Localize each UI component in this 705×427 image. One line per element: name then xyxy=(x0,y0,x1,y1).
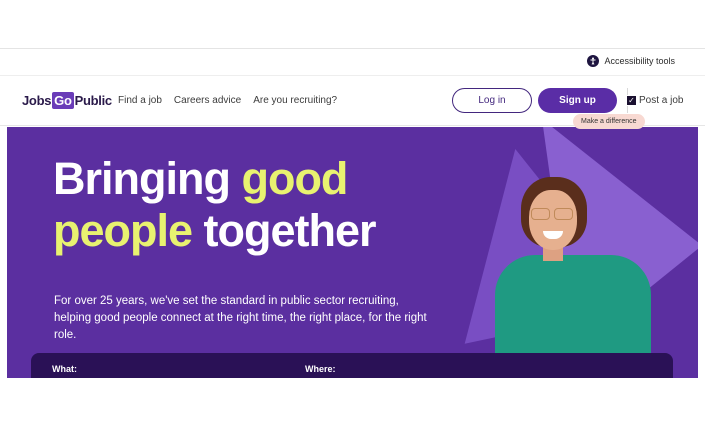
checkbox-icon: ✓ xyxy=(626,95,637,106)
nav-links: Find a job Careers advice Are you recrui… xyxy=(118,95,337,106)
make-a-difference-badge: Make a difference xyxy=(573,114,645,129)
hero-title-text: together xyxy=(192,205,377,256)
hero-title: Bringing good people together xyxy=(53,153,377,257)
hero-title-highlight: good xyxy=(241,153,348,204)
hero-title-text: Bringing xyxy=(53,153,242,204)
signup-button[interactable]: Sign up xyxy=(538,88,617,113)
accessibility-tools-link[interactable]: Accessibility tools xyxy=(587,55,675,67)
login-button[interactable]: Log in xyxy=(452,88,532,113)
logo-text-go: Go xyxy=(52,92,74,109)
person-glasses xyxy=(531,208,575,220)
what-label: What: xyxy=(52,364,77,374)
nav-link-careers-advice[interactable]: Careers advice xyxy=(174,95,241,106)
accessibility-icon xyxy=(587,55,600,67)
logo-text-jobs: Jobs xyxy=(22,93,52,108)
nav-link-find-a-job[interactable]: Find a job xyxy=(118,95,162,106)
accessibility-tools-label: Accessibility tools xyxy=(604,56,675,66)
post-a-job-link[interactable]: Post a job xyxy=(639,95,683,106)
person-shirt xyxy=(495,255,651,365)
where-label: Where: xyxy=(305,364,336,374)
logo-text-public: Public xyxy=(74,93,113,108)
jobsgopublic-logo[interactable]: Jobs Go Public xyxy=(22,92,112,109)
hero-banner: Bringing good people together For over 2… xyxy=(7,127,698,378)
person-face xyxy=(529,190,577,250)
utility-bar: Accessibility tools xyxy=(0,48,705,74)
hero-person-image xyxy=(489,175,661,365)
nav-link-are-you-recruiting[interactable]: Are you recruiting? xyxy=(253,95,337,106)
hero-subtitle: For over 25 years, we've set the standar… xyxy=(54,295,427,341)
job-search-bar: What: Where: xyxy=(31,353,673,378)
hero-title-highlight: people xyxy=(53,205,193,256)
